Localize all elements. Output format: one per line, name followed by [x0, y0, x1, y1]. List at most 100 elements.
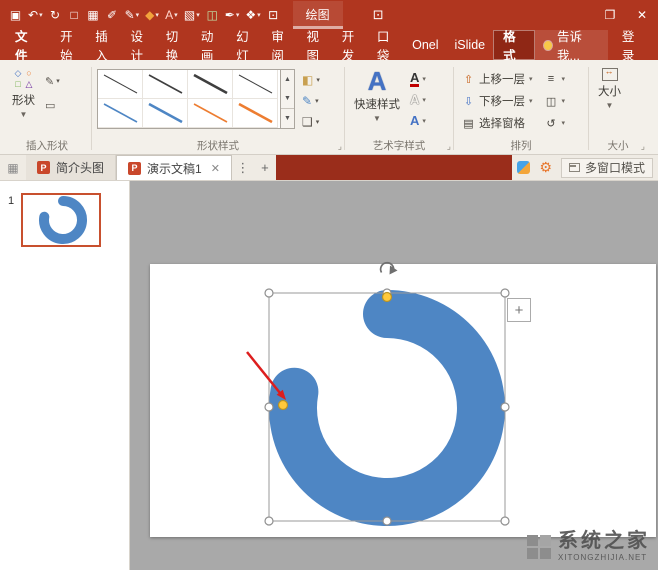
contextual-tab-group-drawing-tools[interactable]: 绘图	[292, 1, 343, 29]
fill-color-icon[interactable]: ◆ ▾	[142, 2, 162, 28]
tab-bar-filler	[275, 155, 513, 180]
group-arrange: ⇧ 上移一层 ▾ ⇩ 下移一层 ▾ ▤ 选择窗格 ≡ ▾ ◫ ▾ ↺ ▾ 排列	[454, 63, 588, 154]
tab-视图[interactable]: 视图	[299, 26, 334, 64]
tab-插入[interactable]: 插入	[87, 26, 122, 64]
shapes-icon[interactable]: ❖ ▾	[242, 2, 263, 28]
send-backward-icon: ⇩	[463, 95, 474, 108]
redo-icon[interactable]: ↻	[46, 2, 65, 28]
bring-forward-button[interactable]: ⇧ 上移一层 ▾	[459, 69, 536, 89]
tab-format-active[interactable]: 格式	[493, 30, 536, 63]
doc-tab-2-active[interactable]: P 演示文稿1 ✕	[116, 155, 232, 180]
picture-icon[interactable]: ▧ ▾	[181, 2, 203, 28]
gallery-scroll-up-icon[interactable]: ▲	[281, 70, 294, 89]
shape-effects-button[interactable]: ❑ ▾	[300, 112, 322, 131]
shape-style-sample[interactable]	[233, 70, 278, 99]
group-objects-icon: ◫	[545, 95, 557, 108]
rotate-objects-button[interactable]: ↺ ▾	[542, 113, 569, 133]
group-label: 艺术字样式	[372, 140, 426, 152]
watermark-url: XITONGZHIJIA.NET	[558, 553, 648, 562]
table-icon[interactable]: ▦	[84, 2, 103, 28]
shape-style-sample[interactable]	[98, 99, 143, 128]
lightbulb-icon	[544, 40, 553, 50]
chevron-down-icon: ▾	[422, 75, 426, 83]
shape-style-sample[interactable]	[143, 99, 188, 128]
shape-style-sample[interactable]	[143, 70, 188, 99]
selection-pane-button[interactable]: ▤ 选择窗格	[459, 113, 536, 133]
display-mode-icon[interactable]: ⊡	[369, 2, 388, 28]
block-arc-shape[interactable]	[268, 290, 505, 526]
quick-insert-plus-button[interactable]: +	[507, 298, 531, 322]
multi-window-mode-button[interactable]: 多窗口模式	[560, 157, 653, 178]
save-icon[interactable]: ▣	[6, 2, 25, 28]
size-button[interactable]: 大小 ▼	[594, 65, 625, 113]
plugin-icon[interactable]	[517, 161, 531, 174]
send-backward-label: 下移一层	[479, 96, 525, 108]
text-fill-button[interactable]: A ▾	[408, 69, 428, 88]
shape-fill-button[interactable]: ◧ ▾	[300, 70, 322, 89]
close-tab-icon[interactable]: ✕	[211, 162, 220, 175]
tell-me-box[interactable]: 告诉我...	[535, 30, 608, 63]
brush-icon[interactable]: ✒ ▾	[222, 2, 243, 28]
tab-开始[interactable]: 开始	[52, 26, 87, 64]
text-outline-button[interactable]: A ▾	[408, 90, 428, 109]
doc-tab-1[interactable]: P 简介头图	[26, 155, 117, 180]
align-objects-button[interactable]: ≡ ▾	[542, 69, 569, 89]
shape-style-sample[interactable]	[98, 70, 143, 99]
dialog-launcher-icon[interactable]: ⌟	[641, 141, 645, 152]
edit-shape-button[interactable]: ✎ ▾	[42, 71, 63, 91]
tab-options-icon[interactable]: ⋮	[232, 155, 254, 180]
tab-幻灯[interactable]: 幻灯	[228, 26, 263, 64]
shape-style-sample[interactable]	[188, 99, 233, 128]
tab-设计[interactable]: 设计	[123, 26, 158, 64]
chevron-down-icon: ▾	[561, 98, 566, 105]
tab-bar-menu-icon[interactable]: ▦	[0, 155, 26, 180]
main-area: 1 + 系统之家 XITONGZHIJIA.NET	[0, 181, 658, 570]
dialog-launcher-icon[interactable]: ⌟	[447, 141, 451, 152]
send-backward-button[interactable]: ⇩ 下移一层 ▾	[459, 91, 536, 111]
file-tab[interactable]: 文件	[0, 30, 52, 63]
shape-outline-icon: ✎	[302, 93, 313, 108]
pen-icon[interactable]: ✎ ▾	[122, 2, 143, 28]
slide-canvas[interactable]: + 系统之家 XITONGZHIJIA.NET	[130, 181, 658, 570]
undo-icon[interactable]: ↶ ▾	[25, 2, 46, 28]
slide-number: 1	[8, 195, 15, 207]
shape-style-sample[interactable]	[188, 70, 233, 99]
sign-in-button[interactable]: 登录	[608, 30, 658, 63]
new-tab-icon[interactable]: +	[254, 155, 276, 180]
tab-开发[interactable]: 开发	[334, 26, 369, 64]
chevron-down-icon: ▾	[529, 98, 533, 105]
tab-iSlide[interactable]: iSlide	[447, 38, 494, 52]
tell-me-label: 告诉我...	[557, 30, 583, 63]
textbox-icon[interactable]: ◫	[203, 2, 222, 28]
group-objects-button[interactable]: ◫ ▾	[542, 91, 569, 111]
gallery-scroll-down-icon[interactable]: ▼	[281, 89, 294, 108]
text-effects-button[interactable]: A ▾	[408, 111, 428, 130]
font-color-icon[interactable]: A ▾	[162, 2, 181, 28]
tab-动画[interactable]: 动画	[193, 26, 228, 64]
chevron-down-icon: ▼	[19, 110, 28, 119]
text-box-button[interactable]: ▭	[42, 95, 63, 115]
shape-style-gallery	[97, 69, 281, 129]
format-painter-icon[interactable]: ✐	[103, 2, 122, 28]
tab-Onel[interactable]: Onel	[404, 38, 446, 52]
tab-口袋[interactable]: 口袋	[369, 26, 404, 64]
quick-styles-label: 快速样式	[354, 99, 400, 111]
shapes-button[interactable]: ◇ ○ □ △ 形状 ▼	[8, 65, 39, 122]
size-icon	[601, 66, 618, 81]
chevron-down-icon: ▾	[422, 117, 426, 125]
rotate-handle[interactable]	[379, 261, 398, 275]
edit-shape-icon: ✎	[45, 75, 55, 88]
shape-style-sample[interactable]	[233, 99, 278, 128]
shape-outline-button[interactable]: ✎ ▾	[300, 91, 322, 110]
tab-审阅[interactable]: 审阅	[263, 26, 298, 64]
tab-切换[interactable]: 切换	[158, 26, 193, 64]
gallery-more-icon[interactable]: ▼	[281, 108, 294, 128]
new-file-icon[interactable]: □	[65, 2, 84, 28]
quick-styles-button[interactable]: A 快速样式 ▼	[350, 65, 404, 126]
slide-thumbnail-selected[interactable]	[21, 193, 102, 247]
thumbnail-arc-shape	[39, 196, 88, 244]
slideshow-icon[interactable]: ⊡	[264, 2, 283, 28]
gear-icon[interactable]: ⚙	[535, 155, 556, 180]
dialog-launcher-icon[interactable]: ⌟	[338, 141, 342, 152]
chevron-down-icon: ▼	[605, 101, 614, 110]
